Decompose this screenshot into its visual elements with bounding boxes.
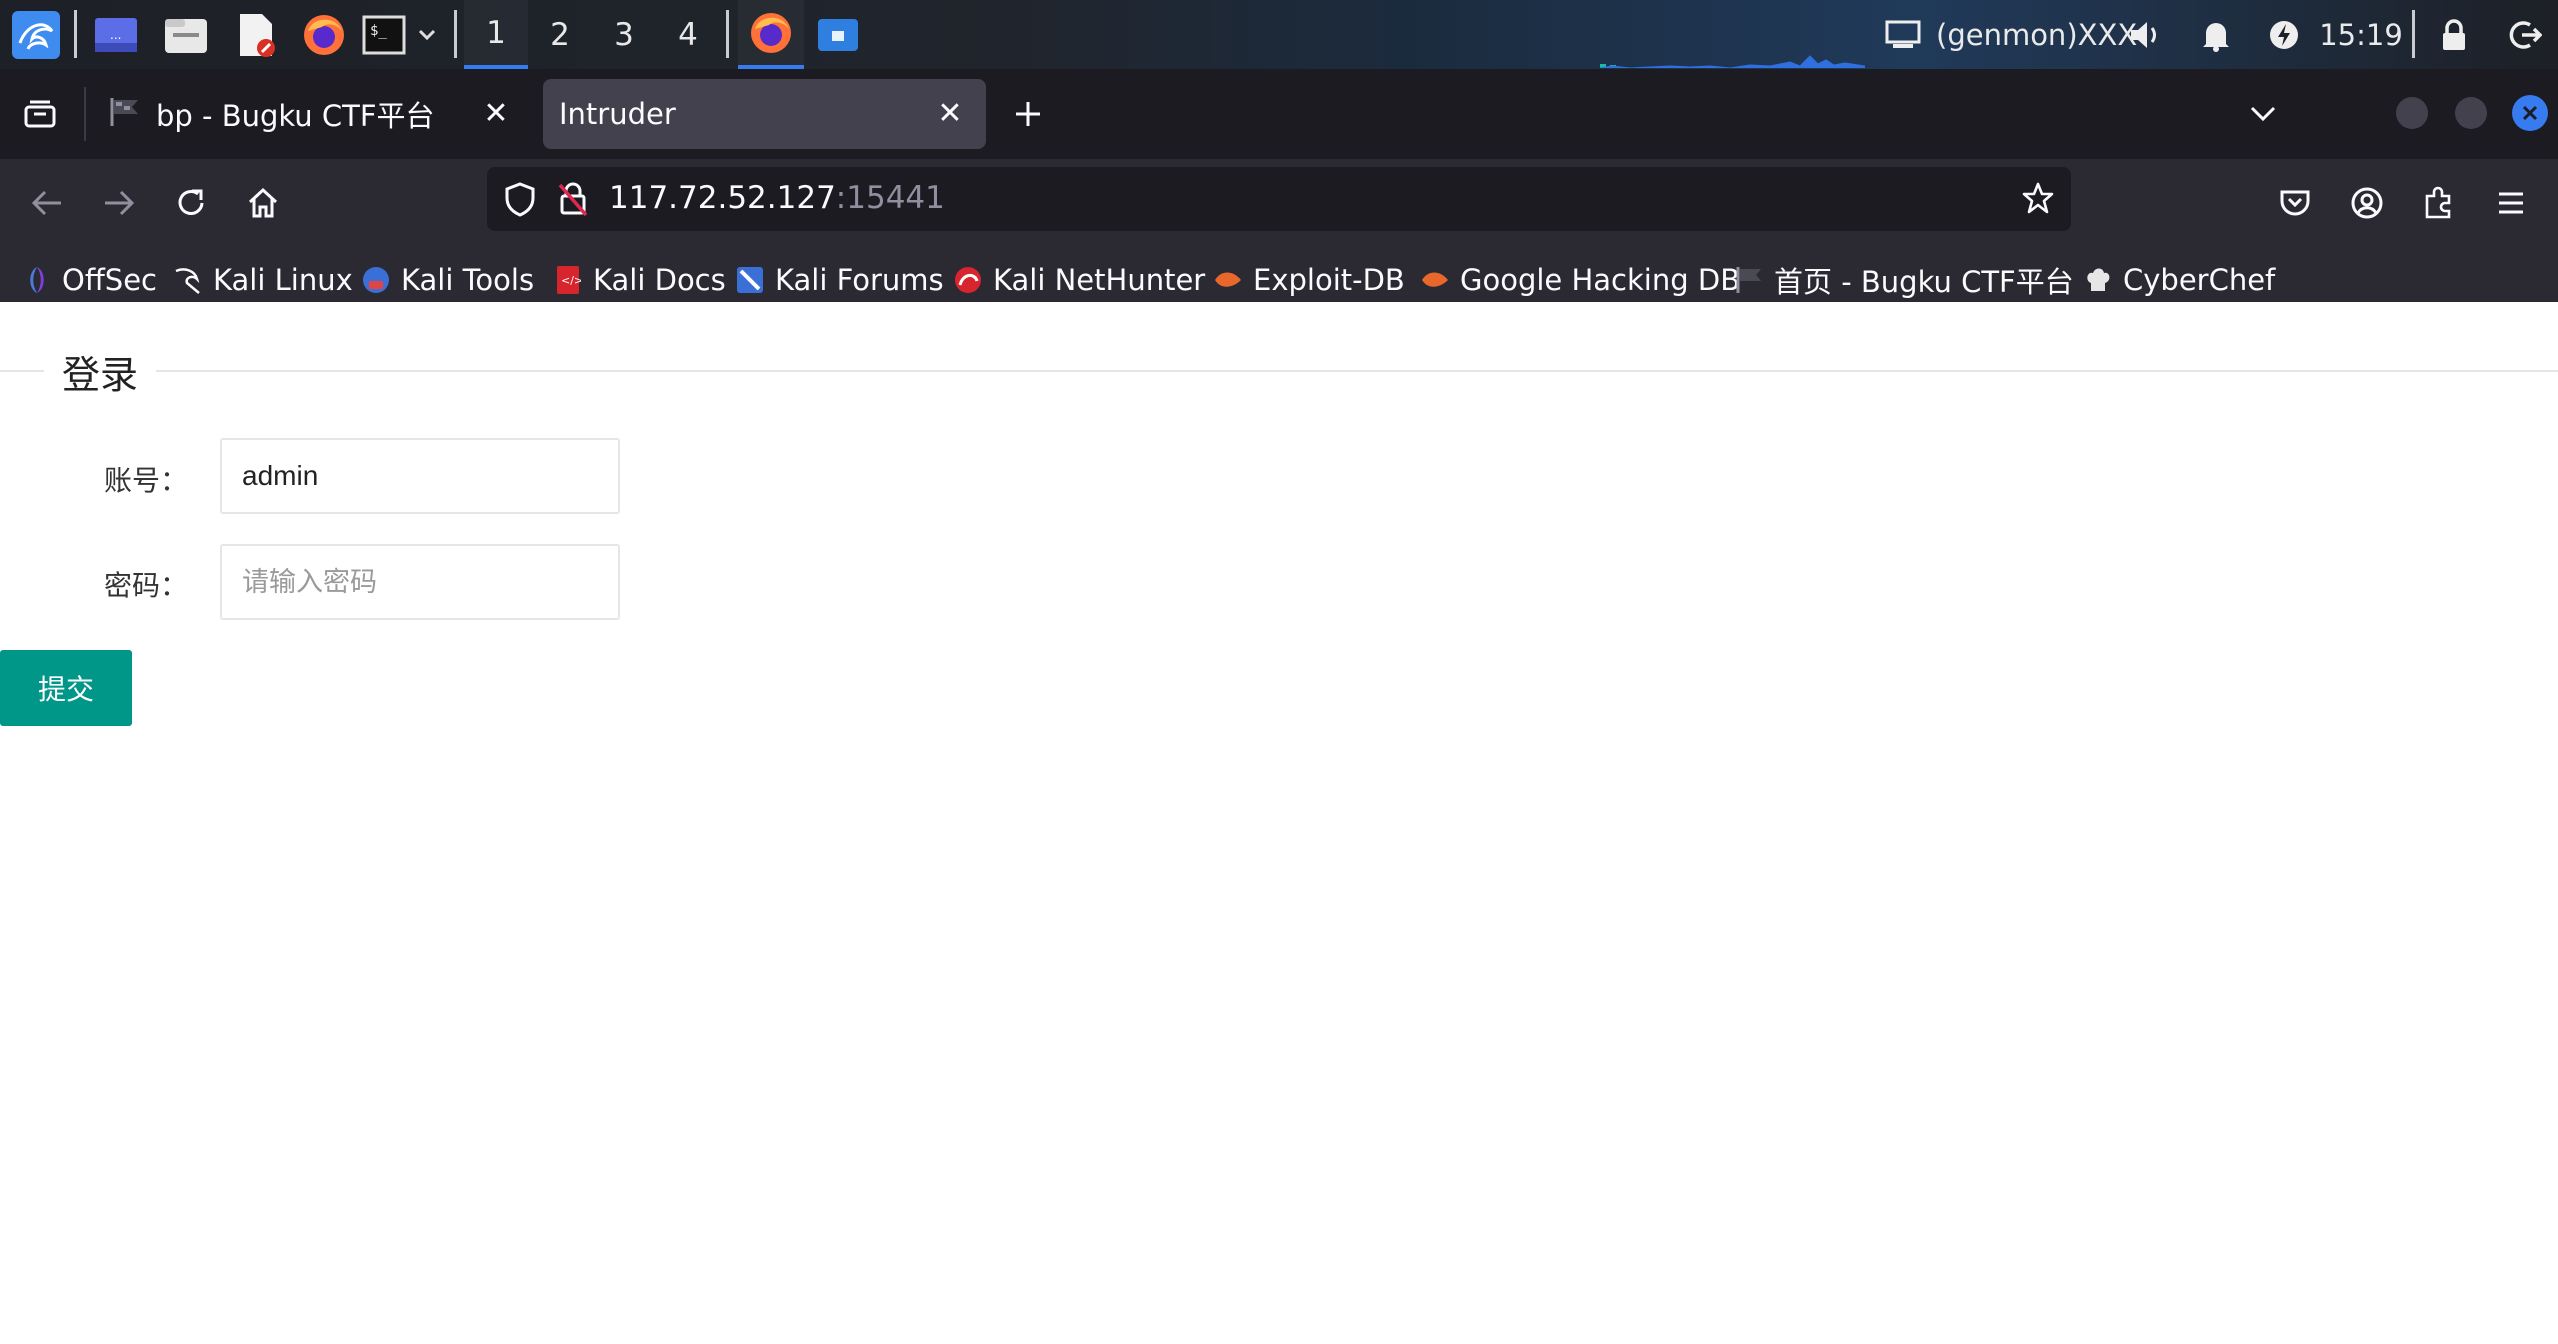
- exploitdb-icon: [1213, 265, 1243, 295]
- reload-icon: [178, 189, 204, 215]
- home-button[interactable]: [233, 173, 293, 233]
- url-bar[interactable]: 117.72.52.127:15441: [487, 167, 2071, 231]
- tab-intruder[interactable]: Intruder ✕: [543, 79, 986, 149]
- insecure-lock-icon[interactable]: [557, 181, 589, 221]
- close-tab-icon[interactable]: ✕: [478, 95, 514, 131]
- arrow-left-icon: [31, 190, 61, 216]
- ghdb-icon: [1420, 265, 1450, 295]
- workspace-3[interactable]: 3: [592, 0, 656, 69]
- kali-tools-icon: [361, 265, 391, 295]
- svg-text:</>: </>: [561, 274, 581, 287]
- shield-icon[interactable]: [503, 181, 537, 221]
- pocket-icon: [2280, 190, 2310, 216]
- app-menu-button[interactable]: [2481, 173, 2541, 233]
- account-icon: [2351, 187, 2383, 219]
- file-manager-icon[interactable]: [158, 0, 214, 69]
- url-text[interactable]: 117.72.52.127:15441: [609, 180, 945, 216]
- kali-docs-icon: </>: [553, 265, 583, 295]
- clock[interactable]: 15:19: [2316, 0, 2406, 69]
- tab-title: Intruder: [559, 97, 676, 131]
- page-content: 登录 账号： 密码： 提交: [0, 302, 2558, 1344]
- volume-icon[interactable]: [2124, 0, 2168, 69]
- svg-text:$_: $_: [370, 23, 387, 39]
- top-panel: ... $_ 1 2 3 4 (genmon)XXX 15:19: [0, 0, 2558, 69]
- extensions-button[interactable]: [2409, 173, 2469, 233]
- new-tab-button[interactable]: [1000, 91, 1056, 137]
- account-button[interactable]: [2337, 173, 2397, 233]
- kali-forums-icon: [735, 265, 765, 295]
- forward-button[interactable]: [89, 173, 149, 233]
- firefox-launcher-icon[interactable]: [296, 0, 352, 69]
- bookmark-star-icon[interactable]: [2021, 181, 2055, 219]
- show-desktop-icon[interactable]: ...: [88, 0, 144, 69]
- chef-hat-icon: [2083, 265, 2113, 295]
- account-label: 账号：: [104, 464, 189, 497]
- hamburger-menu-icon: [2499, 192, 2523, 214]
- chevron-down-icon[interactable]: [412, 0, 442, 69]
- maximize-button[interactable]: [2455, 97, 2487, 129]
- taskbar-firefox-window[interactable]: [738, 0, 804, 69]
- cpu-graph: [1600, 55, 1865, 68]
- puzzle-piece-icon: [2425, 186, 2451, 219]
- workspace-2[interactable]: 2: [528, 0, 592, 69]
- workspace-4[interactable]: 4: [656, 0, 720, 69]
- flag-icon: [1734, 265, 1764, 295]
- tab-title: bp - Bugku CTF平台: [156, 99, 435, 133]
- workspace-1[interactable]: 1: [464, 0, 528, 69]
- submit-button[interactable]: 提交: [0, 650, 132, 726]
- password-input[interactable]: [220, 544, 620, 620]
- pocket-button[interactable]: [2265, 173, 2325, 233]
- offsec-icon: [22, 265, 52, 295]
- close-icon: [2522, 105, 2538, 121]
- tab-strip: bp - Bugku CTF平台 ✕ Intruder ✕: [0, 69, 2558, 159]
- password-label: 密码：: [104, 569, 189, 602]
- login-legend: 登录: [44, 344, 157, 399]
- account-input[interactable]: [220, 438, 620, 514]
- tab-bp-bugku[interactable]: bp - Bugku CTF平台 ✕: [92, 79, 532, 149]
- notification-bell-icon[interactable]: [2194, 0, 2238, 69]
- terminal-icon[interactable]: $_: [356, 0, 412, 69]
- reload-button[interactable]: [161, 173, 221, 233]
- network-monitor-icon[interactable]: [1880, 0, 1926, 69]
- genmon-text: (genmon)XXX: [1936, 17, 2138, 52]
- kali-menu-icon[interactable]: [4, 0, 68, 69]
- logout-icon[interactable]: [2500, 0, 2550, 69]
- lock-screen-icon[interactable]: [2432, 0, 2476, 69]
- power-manager-icon[interactable]: [2262, 0, 2306, 69]
- kali-dragon-icon: [173, 265, 203, 295]
- text-editor-icon[interactable]: [228, 0, 284, 69]
- back-button[interactable]: [17, 173, 77, 233]
- home-icon: [248, 187, 278, 218]
- arrow-right-icon: [105, 190, 135, 216]
- svg-text:...: ...: [110, 28, 121, 42]
- firefox-view-icon[interactable]: [12, 84, 68, 144]
- close-window-button[interactable]: [2512, 95, 2548, 131]
- close-tab-icon[interactable]: ✕: [932, 95, 968, 131]
- fieldset-border: [0, 370, 2558, 372]
- nethunter-icon: [953, 265, 983, 295]
- flag-icon: [108, 96, 142, 132]
- list-all-tabs-icon[interactable]: [2236, 91, 2290, 137]
- minimize-button[interactable]: [2396, 97, 2428, 129]
- taskbar-file-manager-window[interactable]: [808, 0, 868, 69]
